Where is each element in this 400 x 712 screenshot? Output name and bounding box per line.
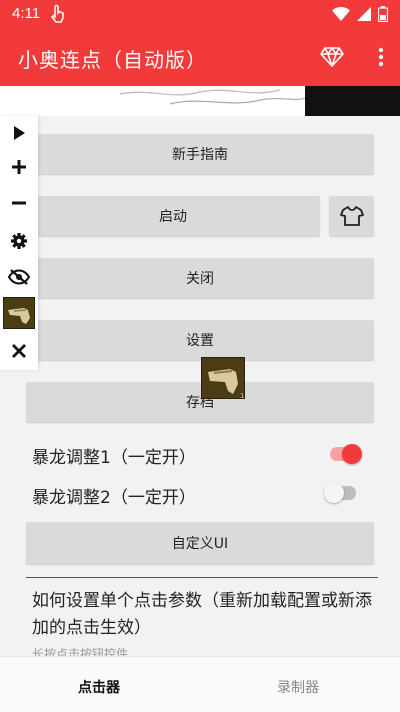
app-bar: 小奥连点（自动版）	[0, 30, 400, 86]
background-game-view	[0, 86, 400, 116]
close-icon[interactable]	[0, 334, 38, 368]
divider	[26, 577, 378, 578]
diamond-icon[interactable]	[320, 46, 344, 72]
start-button[interactable]: 启动	[26, 196, 320, 236]
app-title: 小奥连点（自动版）	[18, 48, 207, 72]
gear-icon[interactable]	[0, 224, 38, 258]
status-time: 4:11	[12, 5, 41, 22]
toggle-label-2: 暴龙调整2（一定开）	[32, 488, 196, 508]
svg-text:1: 1	[240, 392, 244, 399]
signal-icon	[357, 7, 371, 21]
skin-button[interactable]	[329, 196, 374, 236]
toggle-label-1: 暴龙调整1（一定开）	[32, 448, 196, 468]
battery-icon	[378, 6, 388, 22]
tab-recorder[interactable]: 录制器	[277, 677, 319, 697]
gun-thumbnail-icon[interactable]	[0, 296, 38, 330]
wifi-icon	[332, 7, 350, 21]
tshirt-icon	[339, 206, 364, 226]
tab-clicker[interactable]: 点击器	[78, 677, 120, 697]
toggle-switch-2[interactable]	[324, 483, 356, 503]
guide-button[interactable]: 新手指南	[26, 134, 374, 174]
settings-button[interactable]: 设置	[26, 320, 374, 360]
more-options-icon[interactable]	[378, 46, 384, 72]
play-icon[interactable]	[0, 116, 38, 150]
touch-hand-icon	[48, 3, 68, 29]
floating-click-point-icon[interactable]: 1	[201, 357, 245, 399]
eye-off-icon[interactable]	[0, 260, 38, 294]
custom-ui-button[interactable]: 自定义UI	[26, 522, 374, 564]
status-bar: 4:11	[0, 0, 400, 30]
remove-icon[interactable]	[0, 186, 38, 220]
close-button[interactable]: 关闭	[26, 258, 374, 298]
add-icon[interactable]	[0, 150, 38, 184]
toggle-switch-1[interactable]	[330, 444, 362, 464]
info-heading: 如何设置单个点击参数（重新加载配置或新添加的点击生效）	[32, 591, 372, 638]
bottom-nav: 点击器 录制器	[0, 656, 400, 712]
floating-toolbar	[0, 116, 38, 370]
save-button[interactable]: 存档	[26, 382, 374, 422]
